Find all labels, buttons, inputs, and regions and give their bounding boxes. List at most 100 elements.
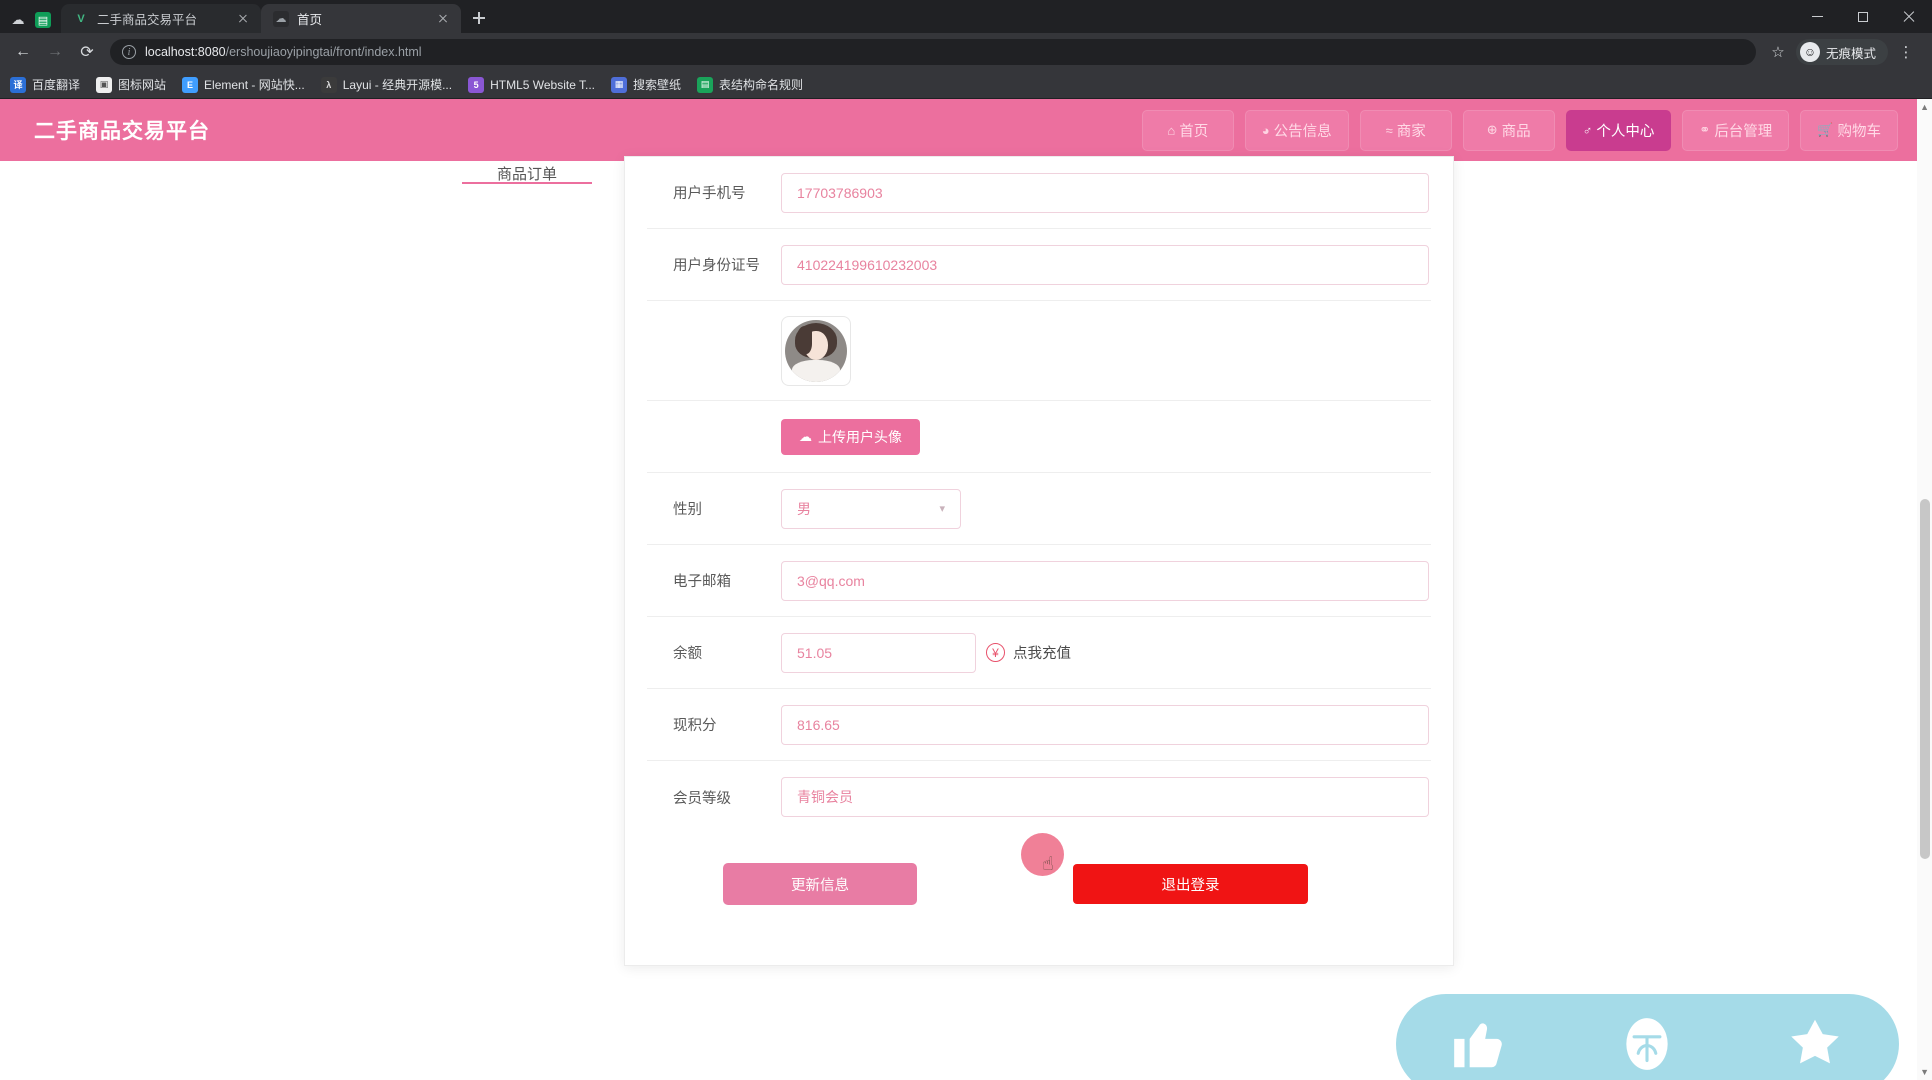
- bookmark-star-icon[interactable]: ☆: [1764, 43, 1792, 61]
- field-row-member-level: 会员等级 青铜会员: [647, 761, 1431, 833]
- email-input[interactable]: 3@qq.com: [781, 560, 1429, 601]
- update-info-button[interactable]: 更新信息: [723, 863, 917, 905]
- nav-item-goods[interactable]: ⊕ 商品: [1462, 109, 1555, 151]
- bookmark-label: HTML5 Website T...: [490, 77, 596, 92]
- nav-item-cart[interactable]: 🛒 购物车: [1800, 109, 1898, 151]
- field-row-email: 电子邮箱 3@qq.com: [647, 545, 1431, 617]
- nav-label: 购物车: [1837, 123, 1882, 140]
- field-control: 青铜会员: [781, 777, 1429, 817]
- new-tab-button[interactable]: [465, 4, 493, 32]
- cloud-upload-icon: ☁: [799, 428, 812, 444]
- nav-label: 后台管理: [1714, 123, 1773, 140]
- bookmark-item[interactable]: 译百度翻译: [10, 76, 80, 93]
- gender-select[interactable]: 男 ▾: [781, 488, 961, 529]
- bookmark-item[interactable]: 5 HTML5 Website T...: [468, 76, 596, 93]
- logout-button[interactable]: 退出登录: [1073, 864, 1308, 904]
- yen-icon: ¥: [986, 643, 1005, 662]
- bookmark-favicon: ▦: [611, 76, 628, 93]
- profile-form: 用户手机号 17703786903 用户身份证号 410224199610232…: [625, 157, 1453, 833]
- maximize-button[interactable]: [1840, 0, 1886, 33]
- recharge-label: 点我充值: [1013, 646, 1071, 662]
- phone-input[interactable]: 17703786903: [781, 172, 1429, 213]
- field-control: [781, 315, 1429, 386]
- bookmark-item[interactable]: ▣ 图标网站: [96, 76, 166, 93]
- bookmark-label: 表结构命名规则: [719, 78, 804, 92]
- field-label: 用户身份证号: [673, 258, 760, 274]
- bookmark-item[interactable]: λ Layui - 经典开源模...: [320, 76, 452, 93]
- scroll-up-arrow-icon[interactable]: ▲: [1920, 102, 1929, 112]
- field-control: 410224199610232003: [781, 244, 1429, 285]
- site-brand: 二手商品交易平台: [34, 119, 210, 143]
- scroll-down-arrow-icon[interactable]: ▼: [1920, 1067, 1929, 1077]
- field-label: 会员等级: [673, 790, 731, 807]
- globe-icon: ☁: [11, 12, 25, 27]
- avatar[interactable]: [781, 315, 851, 386]
- gender-value: 男: [797, 500, 811, 517]
- tab-title: 首页: [297, 13, 323, 27]
- tab-active-underline: [462, 182, 592, 184]
- bookmarks-bar: 译百度翻译 ▣ 图标网站 E Element - 网站快... λ Layui - 经…: [0, 71, 1932, 99]
- incognito-indicator[interactable]: ☺ 无痕模式: [1795, 39, 1888, 65]
- browser-toolbar: ← → ⟳ i localhost:8080/ershoujiaoyipingt…: [0, 33, 1932, 71]
- back-button[interactable]: ←: [8, 37, 38, 67]
- bookmark-favicon: λ: [320, 76, 337, 93]
- balance-input[interactable]: 51.05: [781, 632, 976, 673]
- nav-item-admin[interactable]: ⚭ 后台管理: [1682, 109, 1790, 151]
- nav-item-personal-center[interactable]: ♂ 个人中心: [1565, 109, 1672, 151]
- address-bar[interactable]: i localhost:8080/ershoujiaoyipingtai/fro…: [110, 39, 1756, 65]
- forward-button[interactable]: →: [40, 37, 70, 67]
- tab-strip: ☁ ▤ V 二手商品交易平台 ☁ 首页: [0, 0, 1932, 33]
- bookmark-label: 百度翻译: [32, 78, 81, 92]
- nav-item-home[interactable]: ⌂ 首页: [1141, 109, 1234, 151]
- field-label: 性别: [673, 502, 702, 518]
- close-icon[interactable]: [235, 11, 251, 27]
- bookmark-favicon: 译: [10, 76, 26, 93]
- bookmark-item[interactable]: ▦ 搜索壁纸: [611, 76, 681, 93]
- avatar-body: [792, 360, 840, 382]
- field-label: 现积分: [673, 718, 717, 734]
- field-row-points: 现积分 816.65: [647, 689, 1431, 761]
- nav-item-announcements[interactable]: ◕ 公告信息: [1244, 109, 1349, 151]
- field-row-gender: 性别 男 ▾: [647, 473, 1431, 545]
- nav-label: 首页: [1179, 123, 1209, 140]
- bookmark-label: 图标网站: [118, 78, 167, 92]
- tab-goods-orders[interactable]: 商品订单: [462, 161, 592, 184]
- id-number-input[interactable]: 410224199610232003: [781, 244, 1429, 285]
- window-controls: [1794, 0, 1932, 33]
- avatar-image: [785, 319, 847, 382]
- close-icon[interactable]: [435, 11, 451, 27]
- scrollbar-thumb[interactable]: [1920, 499, 1930, 859]
- star-icon: [1791, 1019, 1839, 1064]
- browser-tab-1[interactable]: ☁ 首页: [261, 4, 461, 33]
- bookmark-label: Element - 网站快...: [204, 78, 305, 92]
- bu-character-icon: [1626, 1018, 1669, 1070]
- minimize-button[interactable]: [1794, 0, 1840, 33]
- nav-label: 商家: [1396, 123, 1426, 140]
- nav-label: 公告信息: [1273, 123, 1332, 140]
- site-info-icon[interactable]: i: [122, 45, 136, 59]
- nav-label: 商品: [1501, 123, 1531, 140]
- upload-avatar-button[interactable]: ☁ 上传用户头像: [781, 418, 920, 455]
- bookmark-item[interactable]: ▤ 表结构命名规则: [697, 76, 803, 93]
- field-row-upload: ☁ 上传用户头像: [647, 401, 1431, 473]
- bookmark-item[interactable]: E Element - 网站快...: [182, 76, 305, 93]
- member-level-input[interactable]: 青铜会员: [781, 777, 1429, 817]
- reload-button[interactable]: ⟳: [72, 37, 102, 67]
- home-icon: ⌂: [1167, 122, 1176, 138]
- url-path: /ershoujiaoyipingtai/front/index.html: [225, 45, 422, 59]
- browser-tab-0[interactable]: V 二手商品交易平台: [61, 4, 261, 33]
- recharge-link[interactable]: ¥ 点我充值: [986, 642, 1071, 663]
- close-window-button[interactable]: [1886, 0, 1932, 33]
- toolbar-right: ☆ ☺ 无痕模式 ⋮: [1764, 39, 1924, 65]
- upload-label: 上传用户头像: [818, 428, 902, 445]
- globe-icon: ☁: [273, 10, 289, 27]
- field-label: 用户手机号: [673, 186, 746, 202]
- nav-item-merchants[interactable]: ≈ 商家: [1359, 109, 1452, 151]
- field-row-balance: 余额 51.05 ¥ 点我充值: [647, 617, 1431, 689]
- page-scrollbar[interactable]: ▲ ▼: [1917, 99, 1932, 1080]
- browser-window: ☁ ▤ V 二手商品交易平台 ☁ 首页 ← → ⟳ i localhost:80…: [0, 0, 1932, 1080]
- link-icon: ⚭: [1699, 122, 1711, 137]
- points-input[interactable]: 816.65: [781, 704, 1429, 745]
- browser-menu-icon[interactable]: ⋮: [1892, 43, 1920, 61]
- incognito-icon: ☺: [1799, 42, 1820, 62]
